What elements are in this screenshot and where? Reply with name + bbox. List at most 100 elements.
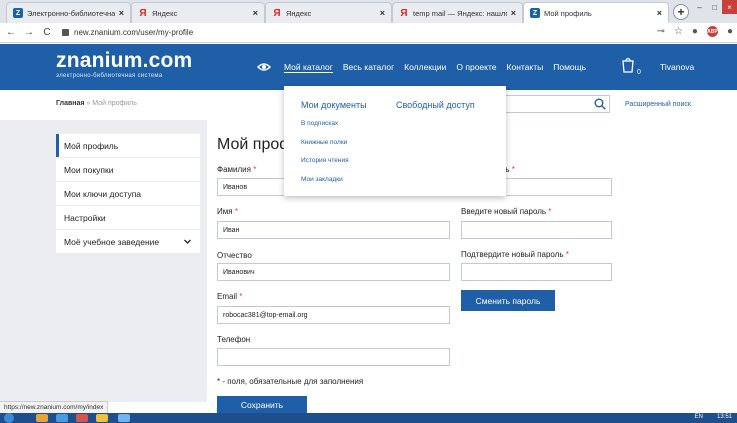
tab-title: temp mail — Яндекс: нашлось	[413, 8, 507, 18]
close-icon[interactable]: ×	[511, 8, 516, 18]
address-bar: ← → C new.znanium.com/user/my-profile ⊸ …	[0, 23, 737, 43]
sidebar-item-label: Моё учебное заведение	[64, 236, 160, 247]
dropdown-my-documents[interactable]: Мои документы	[301, 100, 367, 110]
browser-tab-my-profile[interactable]: Z Мой профиль ×	[523, 2, 669, 23]
firstname-field[interactable]: Иван	[217, 221, 450, 239]
search-icon[interactable]	[594, 98, 606, 110]
taskbar-app-icon[interactable]	[36, 414, 48, 422]
advanced-search-link[interactable]: Расширенный поиск	[625, 101, 691, 108]
dropdown-free-access[interactable]: Свободный доступ	[396, 100, 475, 110]
browser-status-bar: https://new.znanium.com/my/index	[0, 401, 109, 413]
confirm-password-field[interactable]	[461, 263, 612, 281]
email-field[interactable]: robocac381@top-email.org	[217, 306, 450, 324]
cart-count: 0	[637, 69, 641, 76]
dropdown-item-bookmarks[interactable]: Мои закладки	[301, 176, 343, 183]
dropdown-item-subscriptions[interactable]: В подписках	[301, 120, 338, 127]
taskbar-app-icon[interactable]	[56, 414, 68, 422]
nav-all-catalog[interactable]: Весь каталог	[343, 62, 394, 73]
reload-icon[interactable]: C	[40, 27, 54, 38]
logo-subtitle: электронно-библиотечная система	[56, 73, 163, 79]
close-icon[interactable]: ×	[253, 8, 258, 18]
nav-help[interactable]: Помощь	[553, 62, 586, 73]
save-button[interactable]: Сохранить	[217, 396, 307, 414]
site-header: znanium.com электронно-библиотечная сист…	[0, 44, 737, 90]
window-controls: – □ ×	[692, 0, 737, 14]
breadcrumb-home[interactable]: Главная	[56, 100, 84, 107]
breadcrumb-current: Мой профиль	[92, 100, 137, 107]
nav-collections[interactable]: Коллекции	[404, 62, 446, 73]
star-icon[interactable]: ☆	[674, 26, 683, 37]
window-close-icon[interactable]: ×	[722, 0, 737, 14]
nav-my-catalog[interactable]: Мой каталог	[284, 62, 333, 73]
sidebar-item-access-keys[interactable]: Мои ключи доступа	[56, 182, 200, 205]
top-nav: Мой каталог Весь каталог Коллекции О про…	[284, 62, 596, 73]
clock[interactable]: 13:51	[717, 414, 732, 420]
chevron-down-icon	[184, 239, 191, 244]
dropdown-item-bookshelves[interactable]: Книжные полки	[301, 139, 347, 146]
browser-tab-temp-mail[interactable]: Я temp mail — Яндекс: нашлось ×	[392, 2, 523, 23]
close-icon[interactable]: ×	[119, 8, 124, 18]
browser-tab-yandex-2[interactable]: Я Яндекс ×	[265, 2, 392, 23]
firstname-label: Имя *	[217, 207, 238, 216]
tab-title: Электронно-библиотечная си	[27, 8, 115, 18]
confirm-password-label: Подтвердите новый пароль *	[461, 250, 569, 259]
lastname-label: Фамилия *	[217, 165, 257, 174]
minimize-icon[interactable]: –	[692, 0, 707, 14]
breadcrumb: Главная » Мой профиль	[56, 100, 137, 107]
change-password-button[interactable]: Сменить пароль	[461, 290, 555, 311]
browser-tab-yandex-1[interactable]: Я Яндекс ×	[131, 2, 265, 23]
nav-about[interactable]: О проекте	[456, 62, 496, 73]
tab-title: Яндекс	[152, 8, 178, 18]
middlename-label: Отчество	[217, 251, 252, 260]
sidebar-item-institution[interactable]: Моё учебное заведение	[56, 230, 200, 253]
taskbar-app-icon[interactable]	[96, 414, 108, 422]
new-tab-button[interactable]: +	[673, 4, 689, 20]
cart-icon[interactable]	[621, 56, 635, 73]
taskbar-app-icon[interactable]	[118, 414, 130, 422]
start-button[interactable]	[4, 413, 14, 423]
forward-icon[interactable]: →	[22, 27, 36, 38]
phone-label: Телефон	[217, 335, 251, 344]
nav-contacts[interactable]: Контакты	[507, 62, 544, 73]
email-label: Email *	[217, 292, 243, 301]
profile-sidebar: Мой профиль Мои покупки Мои ключи доступ…	[56, 134, 200, 254]
yandex-favicon-icon: Я	[139, 7, 147, 19]
close-icon[interactable]: ×	[380, 8, 385, 18]
my-catalog-dropdown: Мои документы Свободный доступ В подписк…	[284, 86, 506, 196]
site-logo[interactable]: znanium.com электронно-библиотечная сист…	[56, 49, 193, 80]
url-text: new.znanium.com/user/my-profile	[74, 28, 194, 37]
language-indicator[interactable]: EN	[695, 414, 703, 420]
windows-taskbar: EN 13:51	[0, 413, 737, 423]
key-icon[interactable]: ⊸	[657, 26, 665, 37]
tab-title: Яндекс	[286, 8, 312, 18]
znanium-favicon-icon: Z	[530, 8, 540, 18]
phone-field[interactable]	[217, 348, 450, 366]
maximize-icon[interactable]: □	[707, 0, 722, 14]
page-title: Мой проф	[217, 136, 293, 153]
lock-icon	[62, 29, 69, 36]
dropdown-item-reading-history[interactable]: История чтения	[301, 157, 349, 164]
browser-tab-bar: Z Электронно-библиотечная си × Я Яндекс …	[0, 0, 737, 23]
yandex-favicon-icon: Я	[273, 7, 281, 19]
url-field[interactable]: new.znanium.com/user/my-profile	[62, 28, 193, 37]
sidebar-item-settings[interactable]: Настройки	[56, 206, 200, 229]
tab-title: Мой профиль	[544, 8, 592, 18]
sidebar-item-my-profile[interactable]: Мой профиль	[56, 134, 200, 157]
extension-icon[interactable]: ●	[692, 26, 698, 37]
eye-icon[interactable]	[257, 62, 271, 72]
znanium-favicon-icon: Z	[13, 8, 23, 18]
back-icon[interactable]: ←	[4, 27, 18, 38]
profile-icon[interactable]: ●	[727, 26, 733, 37]
taskbar-app-icon[interactable]	[76, 414, 88, 422]
middlename-field[interactable]: Иванович	[217, 263, 450, 281]
new-password-field[interactable]	[461, 221, 612, 239]
search-input[interactable]	[490, 95, 610, 113]
adblock-icon[interactable]: ABP	[706, 26, 718, 37]
username-link[interactable]: Tivanova	[660, 62, 694, 72]
sidebar-item-purchases[interactable]: Мои покупки	[56, 158, 200, 181]
system-tray: EN 13:51	[695, 414, 732, 420]
breadcrumb-separator: »	[86, 100, 91, 107]
browser-tab-znanium-library[interactable]: Z Электронно-библиотечная си ×	[6, 2, 131, 23]
close-icon[interactable]: ×	[657, 8, 662, 18]
logo-text: znanium.com	[56, 49, 193, 72]
